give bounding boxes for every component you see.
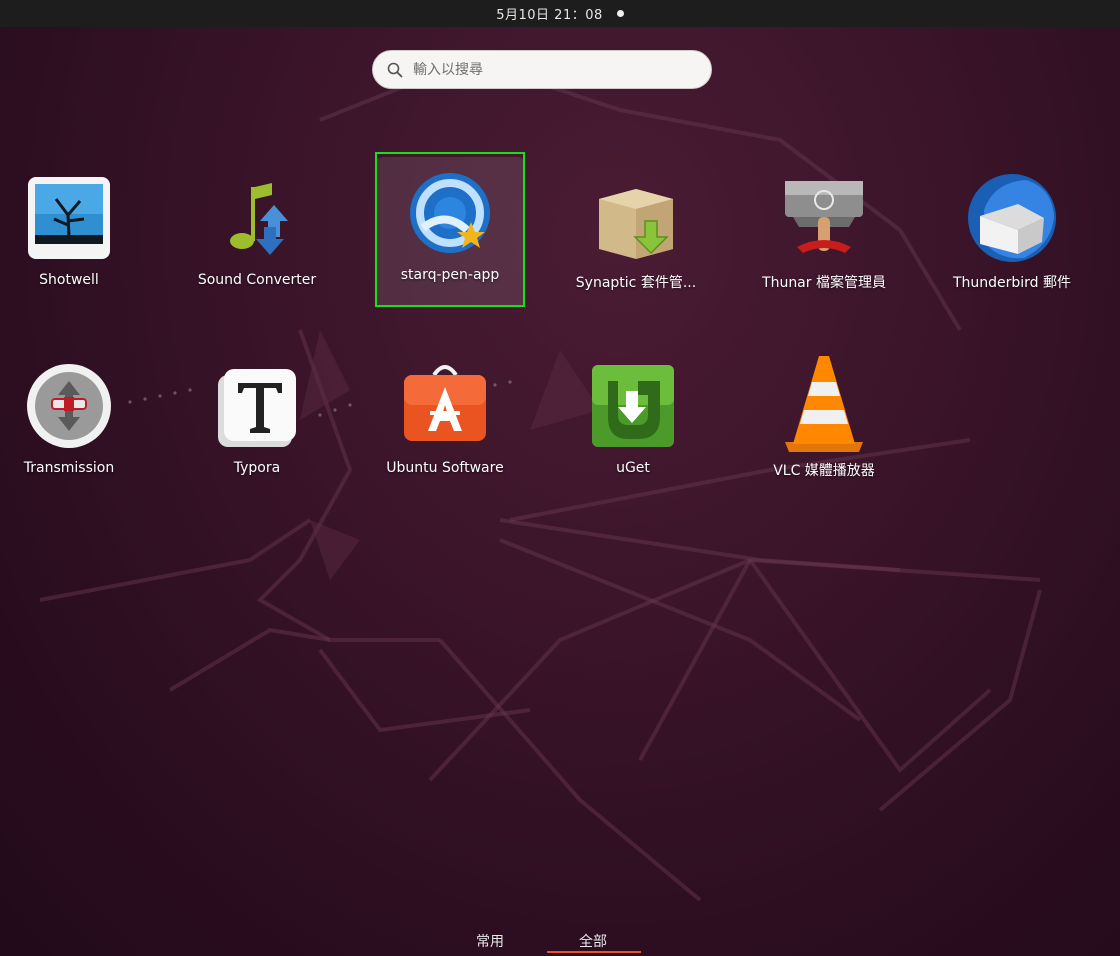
app-uget[interactable]: uGet [558,358,708,508]
tab-frequent[interactable]: 常用 [476,931,504,951]
app-label: starq-pen-app [400,267,500,283]
app-label: uGet [616,460,650,476]
search-bar[interactable] [372,50,712,89]
search-input[interactable] [413,61,693,78]
app-synaptic[interactable]: Synaptic 套件管... [561,170,711,320]
app-label: Ubuntu Software [386,460,504,476]
app-label: Transmission [23,460,115,476]
sound-converter-icon [209,170,305,266]
app-typora[interactable]: Typora [182,358,332,508]
app-label: Typora [233,460,281,476]
app-sound-converter[interactable]: Sound Converter [182,170,332,320]
ubuntu-software-icon [397,358,493,454]
app-transmission[interactable]: Transmission [0,358,144,508]
thunderbird-mail-icon [964,170,1060,266]
app-label: Sound Converter [197,272,317,288]
tab-all[interactable]: 全部 [579,931,607,951]
app-label: Shotwell [39,272,99,288]
app-label: Thunderbird 郵件 [952,275,1072,291]
view-switcher: 常用 全部 [0,925,1120,956]
thunar-file-manager-icon [776,170,872,266]
shotwell-icon [21,170,117,266]
clock[interactable]: 5月10日 21：08 [496,4,603,23]
app-label: VLC 媒體播放器 [773,463,875,479]
app-thunar[interactable]: Thunar 檔案管理員 [749,170,899,320]
app-label: Synaptic 套件管... [575,275,697,291]
app-shotwell[interactable]: Shotwell [0,170,144,320]
notification-dot-icon [616,10,624,17]
transmission-icon [21,358,117,454]
active-tab-indicator [547,951,641,953]
typora-icon [209,358,305,454]
app-vlc[interactable]: VLC 媒體播放器 [749,356,899,508]
vlc-cone-icon [776,356,872,454]
search-icon [387,62,403,77]
app-ubuntu-software[interactable]: Ubuntu Software [370,358,520,508]
starq-pen-app-icon [402,165,498,261]
app-starq-pen-app[interactable]: starq-pen-app [375,157,525,307]
top-bar: 5月10日 21：08 [0,0,1120,27]
app-thunderbird[interactable]: Thunderbird 郵件 [937,170,1087,320]
uget-icon [585,358,681,454]
synaptic-package-icon [588,170,684,266]
app-label: Thunar 檔案管理員 [762,275,886,291]
